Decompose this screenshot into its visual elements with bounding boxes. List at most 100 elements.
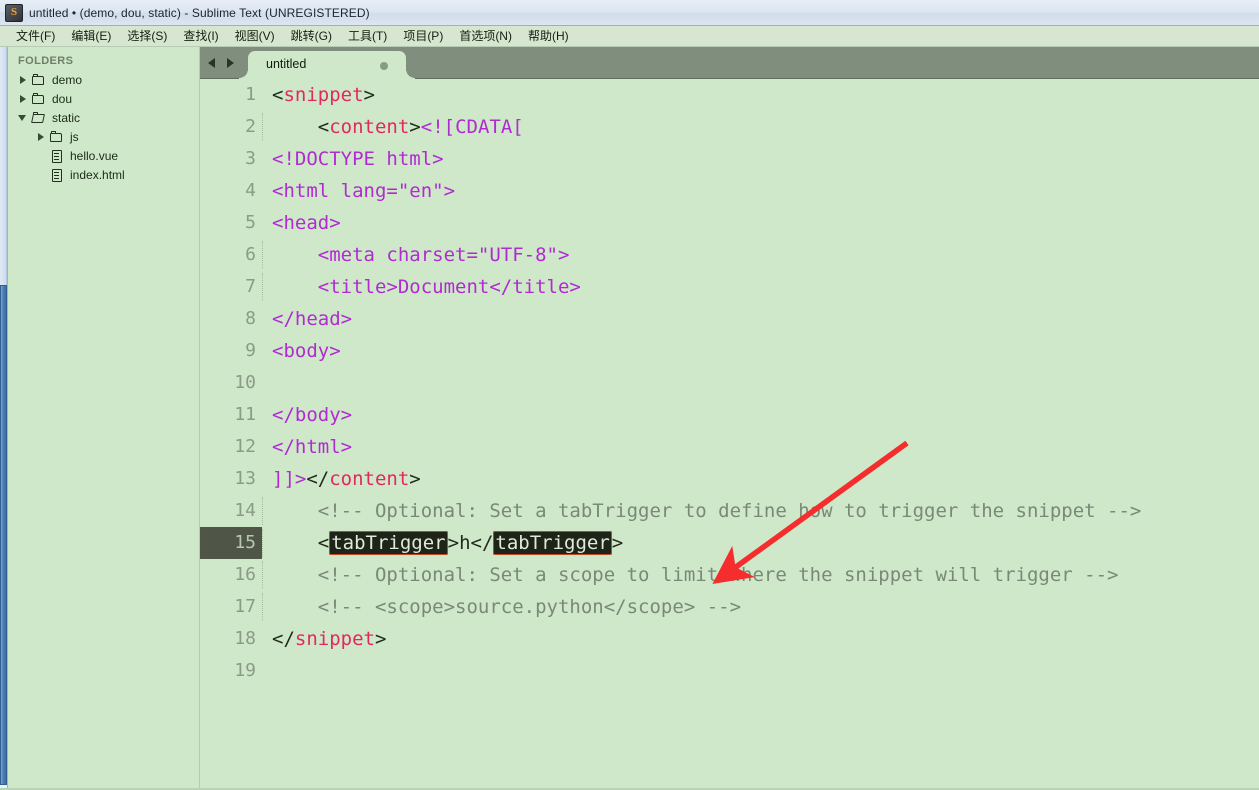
tab-label: untitled xyxy=(266,57,307,71)
line-number: 9 xyxy=(245,340,256,361)
arrow-left-icon[interactable] xyxy=(206,57,218,69)
code-editor[interactable]: 1 <snippet> 2 <content><![CDATA[3 <!DOCTYPE… xyxy=(200,79,1259,790)
code-line-content[interactable]: <head> xyxy=(262,207,1259,239)
chevron-right-icon[interactable] xyxy=(18,75,29,86)
menu-item-project[interactable]: 项目(P) xyxy=(395,26,451,46)
code-token-cdata: </body> xyxy=(272,404,353,426)
code-token-cdata: </html> xyxy=(272,436,353,458)
code-line[interactable]: 13]]></content> xyxy=(200,463,1259,495)
code-line[interactable]: 11 </body> xyxy=(200,399,1259,431)
sidebar-item-dou[interactable]: dou xyxy=(8,90,199,109)
code-line[interactable]: 5 <head> xyxy=(200,207,1259,239)
sidebar-item-demo[interactable]: demo xyxy=(8,71,199,90)
code-line-content[interactable]: ]]></content> xyxy=(262,463,1259,495)
code-token-plain: h xyxy=(459,532,471,554)
sidebar-item-label: index.html xyxy=(70,168,125,182)
sidebar-item-label: dou xyxy=(52,92,73,106)
code-line-content[interactable]: <body> xyxy=(262,335,1259,367)
code-token-comment: <!-- Optional: Set a scope to limit wher… xyxy=(272,564,1119,586)
title-bar: S untitled • (demo, dou, static) - Subli… xyxy=(0,0,1259,26)
code-line-content[interactable]: <html lang="en"> xyxy=(262,175,1259,207)
sidebar-item-index-html[interactable]: index.html xyxy=(8,166,199,185)
code-line[interactable]: 16 <!-- Optional: Set a scope to limit w… xyxy=(200,559,1259,591)
chevron-right-icon[interactable] xyxy=(36,132,47,143)
folder-icon xyxy=(50,131,65,144)
code-line-content[interactable]: <title>Document</title> xyxy=(262,271,1259,303)
chevron-right-icon[interactable] xyxy=(18,94,29,105)
unsaved-dot-icon[interactable] xyxy=(380,62,388,70)
sidebar-item-static[interactable]: static xyxy=(8,109,199,128)
code-line-content[interactable]: </html> xyxy=(262,431,1259,463)
menu-item-view[interactable]: 视图(V) xyxy=(227,26,283,46)
code-token-punct: > xyxy=(409,116,421,138)
menu-item-file[interactable]: 文件(F) xyxy=(8,26,63,46)
folder-icon xyxy=(32,93,47,106)
code-line-content[interactable]: <meta charset="UTF-8"> xyxy=(262,239,1259,271)
line-number: 2 xyxy=(245,116,256,137)
sidebar-item-hello-vue[interactable]: hello.vue xyxy=(8,147,199,166)
code-line[interactable]: 4 <html lang="en"> xyxy=(200,175,1259,207)
code-line-content[interactable]: </snippet> xyxy=(262,623,1259,655)
menu-item-preferences[interactable]: 首选项(N) xyxy=(451,26,520,46)
code-token-punct: > xyxy=(363,84,375,106)
code-line[interactable]: 8 </head> xyxy=(200,303,1259,335)
sidebar-item-label: js xyxy=(70,130,79,144)
sidebar-heading: FOLDERS xyxy=(18,55,74,67)
scrollbar-track[interactable] xyxy=(0,47,7,285)
code-line[interactable]: 10 xyxy=(200,367,1259,399)
code-line-content[interactable]: < tabTrigger >h</tabTrigger > xyxy=(262,527,1259,559)
code-line[interactable]: 2 <content><![CDATA[ xyxy=(200,111,1259,143)
sidebar-item-js[interactable]: js xyxy=(8,128,199,147)
code-line[interactable]: 1 <snippet> xyxy=(200,79,1259,111)
editor-pane: untitled 1 <snippet> 2 <content><![CDATA[3… xyxy=(200,47,1259,790)
menu-item-edit[interactable]: 编辑(E) xyxy=(63,26,119,46)
sidebar-item-label: demo xyxy=(52,73,83,87)
scrollbar-thumb[interactable] xyxy=(0,285,7,785)
sublime-text-window: S untitled • (demo, dou, static) - Subli… xyxy=(0,0,1259,790)
code-line[interactable]: 15 < tabTrigger >h</tabTrigger > xyxy=(200,527,1259,559)
menu-item-goto[interactable]: 跳转(G) xyxy=(283,26,340,46)
code-line[interactable]: 18 </snippet> xyxy=(200,623,1259,655)
code-line[interactable]: 19 xyxy=(200,655,1259,687)
code-line[interactable]: 12 </html> xyxy=(200,431,1259,463)
code-line[interactable]: 3 <!DOCTYPE html> xyxy=(200,143,1259,175)
code-token-punct: < xyxy=(272,84,284,106)
window-scrollbar[interactable] xyxy=(0,47,8,790)
code-line-content[interactable]: <!-- Optional: Set a scope to limit wher… xyxy=(262,559,1259,591)
code-token-punct: < xyxy=(317,532,330,554)
code-line[interactable]: 9 <body> xyxy=(200,335,1259,367)
arrow-right-icon[interactable] xyxy=(224,57,236,69)
code-token-punct: </ xyxy=(306,468,330,490)
code-token-cdata: <![CDATA[ xyxy=(420,116,524,138)
line-number: 1 xyxy=(245,84,256,105)
line-number: 4 xyxy=(245,180,256,201)
code-line[interactable]: 7 <title>Document</title> xyxy=(200,271,1259,303)
menu-item-find[interactable]: 查找(I) xyxy=(175,26,226,46)
chevron-down-icon[interactable] xyxy=(18,113,29,124)
menu-item-tools[interactable]: 工具(T) xyxy=(340,26,395,46)
line-number: 6 xyxy=(245,244,256,265)
folder-icon xyxy=(32,74,47,87)
code-line-content[interactable]: </head> xyxy=(262,303,1259,335)
code-token-cdata: ]]> xyxy=(272,468,307,490)
file-icon xyxy=(50,150,65,163)
code-token-punct: > xyxy=(447,532,460,554)
code-token-cdata: <body> xyxy=(272,340,341,362)
window-title: untitled • (demo, dou, static) - Sublime… xyxy=(29,5,370,20)
code-line-content[interactable]: <!-- Optional: Set a tabTrigger to defin… xyxy=(262,495,1259,527)
code-token-punct: > xyxy=(611,532,624,554)
code-line-content[interactable]: <content><![CDATA[ xyxy=(262,111,1259,143)
code-line[interactable]: 6 <meta charset="UTF-8"> xyxy=(200,239,1259,271)
code-line-content[interactable]: <!DOCTYPE html> xyxy=(262,143,1259,175)
code-token-punct: </ xyxy=(272,628,295,650)
menu-item-selection[interactable]: 选择(S) xyxy=(119,26,175,46)
code-line-content[interactable]: </body> xyxy=(262,399,1259,431)
code-token-punct: > xyxy=(409,468,421,490)
code-line-content[interactable]: <!-- <scope>source.python</scope> --> xyxy=(262,591,1259,623)
code-line[interactable]: 17 <!-- <scope>source.python</scope> --> xyxy=(200,591,1259,623)
line-number: 10 xyxy=(234,372,256,393)
tab-untitled[interactable]: untitled xyxy=(239,51,415,79)
menu-item-help[interactable]: 帮助(H) xyxy=(520,26,577,46)
code-line-content[interactable]: <snippet> xyxy=(262,79,1259,111)
code-line[interactable]: 14 <!-- Optional: Set a tabTrigger to de… xyxy=(200,495,1259,527)
